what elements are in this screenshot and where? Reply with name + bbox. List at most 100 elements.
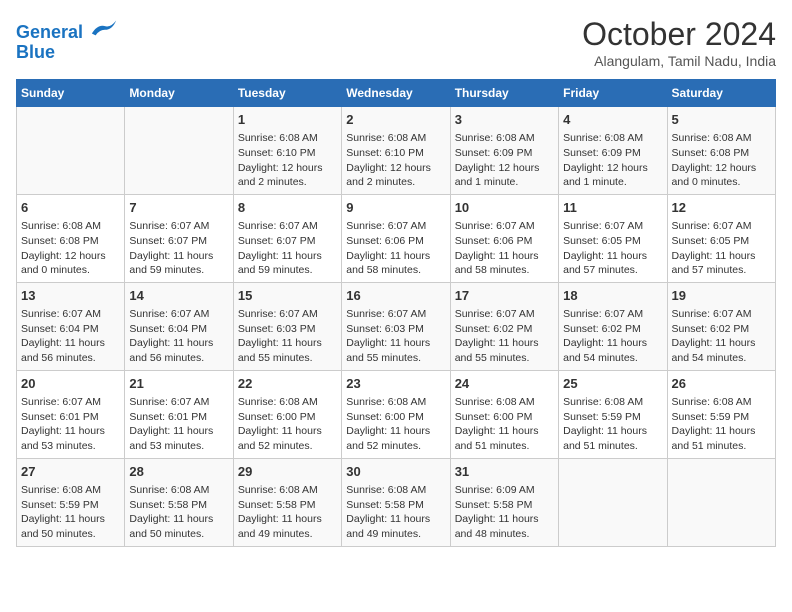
day-info: Sunset: 6:09 PM <box>563 146 662 161</box>
day-number: 1 <box>238 111 337 129</box>
calendar-cell: 8Sunrise: 6:07 AMSunset: 6:07 PMDaylight… <box>233 194 341 282</box>
logo: General Blue <box>16 16 118 63</box>
day-number: 4 <box>563 111 662 129</box>
day-info: Sunrise: 6:08 AM <box>346 483 445 498</box>
calendar-cell <box>667 458 775 546</box>
calendar-cell: 19Sunrise: 6:07 AMSunset: 6:02 PMDayligh… <box>667 282 775 370</box>
calendar-cell: 7Sunrise: 6:07 AMSunset: 6:07 PMDaylight… <box>125 194 233 282</box>
day-info: Sunset: 6:00 PM <box>455 410 554 425</box>
day-header-thursday: Thursday <box>450 80 558 107</box>
day-number: 11 <box>563 199 662 217</box>
day-number: 13 <box>21 287 120 305</box>
day-header-monday: Monday <box>125 80 233 107</box>
day-info: Sunset: 6:02 PM <box>455 322 554 337</box>
day-info: Daylight: 12 hours and 1 minute. <box>563 161 662 190</box>
day-info: Sunrise: 6:08 AM <box>238 395 337 410</box>
day-info: Daylight: 11 hours and 55 minutes. <box>346 336 445 365</box>
calendar-cell: 4Sunrise: 6:08 AMSunset: 6:09 PMDaylight… <box>559 107 667 195</box>
day-info: Sunrise: 6:07 AM <box>455 219 554 234</box>
calendar-week-row: 20Sunrise: 6:07 AMSunset: 6:01 PMDayligh… <box>17 370 776 458</box>
logo-general: General <box>16 22 83 42</box>
day-info: Sunrise: 6:07 AM <box>129 219 228 234</box>
day-info: Daylight: 12 hours and 2 minutes. <box>238 161 337 190</box>
day-header-wednesday: Wednesday <box>342 80 450 107</box>
day-number: 21 <box>129 375 228 393</box>
logo-text: General Blue <box>16 16 118 63</box>
day-info: Daylight: 11 hours and 51 minutes. <box>563 424 662 453</box>
day-info: Sunset: 6:07 PM <box>238 234 337 249</box>
page-header: General Blue October 2024 Alangulam, Tam… <box>16 16 776 69</box>
calendar-cell: 30Sunrise: 6:08 AMSunset: 5:58 PMDayligh… <box>342 458 450 546</box>
day-info: Daylight: 11 hours and 52 minutes. <box>238 424 337 453</box>
day-info: Daylight: 11 hours and 53 minutes. <box>21 424 120 453</box>
day-number: 28 <box>129 463 228 481</box>
calendar-week-row: 13Sunrise: 6:07 AMSunset: 6:04 PMDayligh… <box>17 282 776 370</box>
day-info: Sunrise: 6:07 AM <box>21 307 120 322</box>
calendar-cell: 16 Sunrise: 6:07 AMSunset: 6:03 PMDayligh… <box>342 282 450 370</box>
calendar-cell: 13 Sunrise: 6:07 AMSunset: 6:04 PMDayligh… <box>17 282 125 370</box>
day-info: Daylight: 11 hours and 57 minutes. <box>563 249 662 278</box>
day-info: Daylight: 11 hours and 58 minutes. <box>346 249 445 278</box>
day-info: Sunset: 6:00 PM <box>238 410 337 425</box>
day-number: 2 <box>346 111 445 129</box>
day-number: 16 <box>346 287 445 305</box>
day-info: Daylight: 11 hours and 59 minutes. <box>129 249 228 278</box>
day-number: 6 <box>21 199 120 217</box>
day-info: Daylight: 11 hours and 57 minutes. <box>672 249 771 278</box>
day-number: 14 <box>129 287 228 305</box>
day-info: Daylight: 11 hours and 54 minutes. <box>563 336 662 365</box>
calendar-cell <box>125 107 233 195</box>
day-info: Daylight: 11 hours and 56 minutes. <box>21 336 120 365</box>
day-number: 27 <box>21 463 120 481</box>
day-info: Sunset: 6:02 PM <box>672 322 771 337</box>
calendar-table: SundayMondayTuesdayWednesdayThursdayFrid… <box>16 79 776 547</box>
day-info: Sunset: 6:00 PM <box>346 410 445 425</box>
day-info: Sunset: 5:59 PM <box>563 410 662 425</box>
day-info: Sunset: 6:02 PM <box>563 322 662 337</box>
day-info: Daylight: 11 hours and 49 minutes. <box>346 512 445 541</box>
day-info: Sunset: 6:10 PM <box>238 146 337 161</box>
day-info: Sunrise: 6:07 AM <box>238 219 337 234</box>
calendar-cell: 23Sunrise: 6:08 AMSunset: 6:00 PMDayligh… <box>342 370 450 458</box>
main-title: October 2024 <box>582 16 776 53</box>
day-info: Sunrise: 6:07 AM <box>563 219 662 234</box>
calendar-cell <box>17 107 125 195</box>
day-number: 17 <box>455 287 554 305</box>
day-header-sunday: Sunday <box>17 80 125 107</box>
day-info: Sunrise: 6:08 AM <box>455 131 554 146</box>
day-info: Sunrise: 6:08 AM <box>238 131 337 146</box>
day-info: Daylight: 11 hours and 48 minutes. <box>455 512 554 541</box>
day-info: Sunset: 6:03 PM <box>346 322 445 337</box>
day-number: 25 <box>563 375 662 393</box>
day-info: Sunrise: 6:08 AM <box>129 483 228 498</box>
day-number: 19 <box>672 287 771 305</box>
day-number: 5 <box>672 111 771 129</box>
day-header-friday: Friday <box>559 80 667 107</box>
calendar-cell: 26Sunrise: 6:08 AMSunset: 5:59 PMDayligh… <box>667 370 775 458</box>
day-info: Sunrise: 6:08 AM <box>21 483 120 498</box>
day-info: Sunset: 5:58 PM <box>455 498 554 513</box>
calendar-cell: 29Sunrise: 6:08 AMSunset: 5:58 PMDayligh… <box>233 458 341 546</box>
day-info: Sunset: 5:58 PM <box>238 498 337 513</box>
day-info: Daylight: 11 hours and 51 minutes. <box>455 424 554 453</box>
day-info: Daylight: 11 hours and 49 minutes. <box>238 512 337 541</box>
day-info: Daylight: 11 hours and 55 minutes. <box>455 336 554 365</box>
day-number: 3 <box>455 111 554 129</box>
day-info: Sunrise: 6:08 AM <box>21 219 120 234</box>
day-info: Daylight: 11 hours and 58 minutes. <box>455 249 554 278</box>
day-info: Daylight: 12 hours and 0 minutes. <box>21 249 120 278</box>
title-section: October 2024 Alangulam, Tamil Nadu, Indi… <box>582 16 776 69</box>
day-info: Daylight: 12 hours and 2 minutes. <box>346 161 445 190</box>
day-info: Sunset: 6:04 PM <box>21 322 120 337</box>
day-info: Sunrise: 6:07 AM <box>346 307 445 322</box>
day-info: Daylight: 11 hours and 54 minutes. <box>672 336 771 365</box>
day-number: 30 <box>346 463 445 481</box>
day-info: Daylight: 11 hours and 50 minutes. <box>129 512 228 541</box>
day-number: 7 <box>129 199 228 217</box>
subtitle: Alangulam, Tamil Nadu, India <box>582 53 776 69</box>
calendar-cell: 6Sunrise: 6:08 AMSunset: 6:08 PMDaylight… <box>17 194 125 282</box>
day-number: 8 <box>238 199 337 217</box>
calendar-cell <box>559 458 667 546</box>
day-number: 9 <box>346 199 445 217</box>
calendar-cell: 20Sunrise: 6:07 AMSunset: 6:01 PMDayligh… <box>17 370 125 458</box>
